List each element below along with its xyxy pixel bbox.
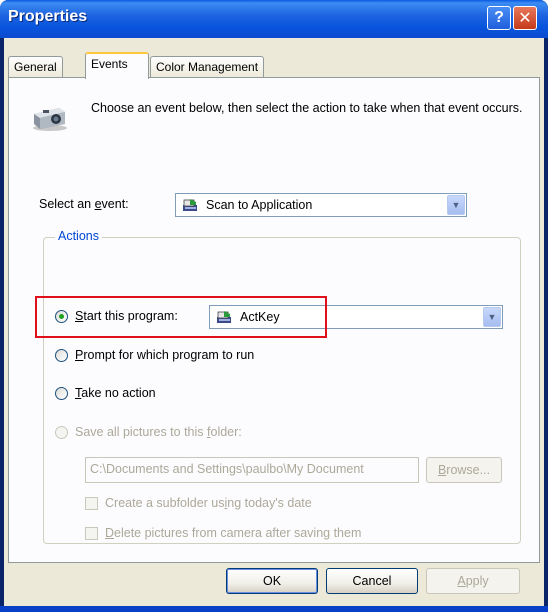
select-event-label-suffix: vent: bbox=[101, 197, 129, 211]
ok-button[interactable]: OK bbox=[226, 568, 318, 594]
close-icon: ✕ bbox=[518, 10, 532, 27]
save-folder-radio[interactable] bbox=[55, 426, 68, 439]
help-button[interactable]: ? bbox=[487, 6, 511, 30]
tab-events[interactable]: Events bbox=[85, 52, 149, 79]
properties-window: Properties ? ✕ General Events Color Mana… bbox=[0, 0, 548, 612]
cancel-button[interactable]: Cancel bbox=[326, 568, 418, 594]
delete-label-rest: elete pictures from camera after saving … bbox=[114, 526, 362, 540]
event-description: Choose an event below, then select the a… bbox=[91, 101, 523, 115]
select-event-label: Select an event: bbox=[39, 197, 129, 211]
actions-group-label: Actions bbox=[55, 229, 102, 243]
chevron-down-icon[interactable]: ▼ bbox=[483, 307, 501, 327]
apply-label-rest: pply bbox=[465, 574, 489, 588]
subfolder-label-rest: ng today's date bbox=[227, 496, 312, 510]
apply-mnemonic: A bbox=[457, 574, 466, 588]
chevron-down-icon[interactable]: ▼ bbox=[447, 195, 465, 215]
browse-button[interactable]: Browse... bbox=[426, 457, 502, 483]
select-event-label-prefix: Select an bbox=[39, 197, 95, 211]
prompt-program-label[interactable]: Prompt for which program to run bbox=[75, 348, 254, 362]
event-select[interactable]: Scan to Application ▼ bbox=[175, 193, 467, 217]
browse-label-rest: rowse... bbox=[446, 463, 491, 477]
tab-strip: General Events Color Management bbox=[4, 38, 544, 79]
scanner-icon bbox=[183, 199, 197, 211]
select-event-mnemonic: e bbox=[94, 197, 102, 211]
save-folder-label[interactable]: Save all pictures to this folder: bbox=[75, 425, 242, 439]
start-program-radio[interactable] bbox=[55, 310, 68, 323]
window-title: Properties bbox=[8, 8, 88, 25]
browse-mnemonic: B bbox=[437, 463, 447, 477]
no-action-label-rest: ake no action bbox=[81, 386, 156, 400]
program-select[interactable]: ActKey ▼ bbox=[209, 305, 503, 329]
help-icon: ? bbox=[494, 9, 504, 26]
close-button[interactable]: ✕ bbox=[513, 6, 537, 30]
subfolder-label-prefix: Create a subfolder us bbox=[105, 496, 225, 510]
no-action-radio[interactable] bbox=[55, 387, 68, 400]
subfolder-checkbox[interactable] bbox=[85, 497, 98, 510]
prompt-label-rest: rompt for which program to run bbox=[83, 348, 255, 362]
start-program-label-rest: tart this program: bbox=[83, 309, 178, 323]
dialog-client-area: General Events Color Management Choose a… bbox=[4, 38, 544, 608]
save-folder-label-rest: older: bbox=[210, 425, 242, 439]
save-folder-label-prefix: Save all pictures to this bbox=[75, 425, 208, 439]
event-select-value: Scan to Application bbox=[206, 198, 313, 212]
program-select-value: ActKey bbox=[240, 310, 280, 324]
title-bar[interactable]: Properties ? ✕ bbox=[0, 0, 548, 38]
prompt-program-radio[interactable] bbox=[55, 349, 68, 362]
camera-icon bbox=[33, 108, 67, 131]
program-icon bbox=[217, 311, 231, 323]
tab-general[interactable]: General bbox=[8, 56, 63, 78]
window-bottom-border bbox=[0, 606, 548, 612]
folder-path-input[interactable]: C:\Documents and Settings\paulbo\My Docu… bbox=[85, 457, 419, 483]
no-action-label[interactable]: Take no action bbox=[75, 386, 156, 400]
delete-mnemonic: D bbox=[105, 526, 115, 540]
events-tab-panel: Choose an event below, then select the a… bbox=[8, 77, 540, 563]
delete-pictures-label[interactable]: Delete pictures from camera after saving… bbox=[105, 526, 361, 540]
subfolder-label[interactable]: Create a subfolder using today's date bbox=[105, 496, 312, 510]
delete-pictures-checkbox[interactable] bbox=[85, 527, 98, 540]
apply-button[interactable]: Apply bbox=[426, 568, 520, 594]
start-program-label[interactable]: Start this program: bbox=[75, 309, 178, 323]
tab-color-management[interactable]: Color Management bbox=[150, 56, 265, 78]
